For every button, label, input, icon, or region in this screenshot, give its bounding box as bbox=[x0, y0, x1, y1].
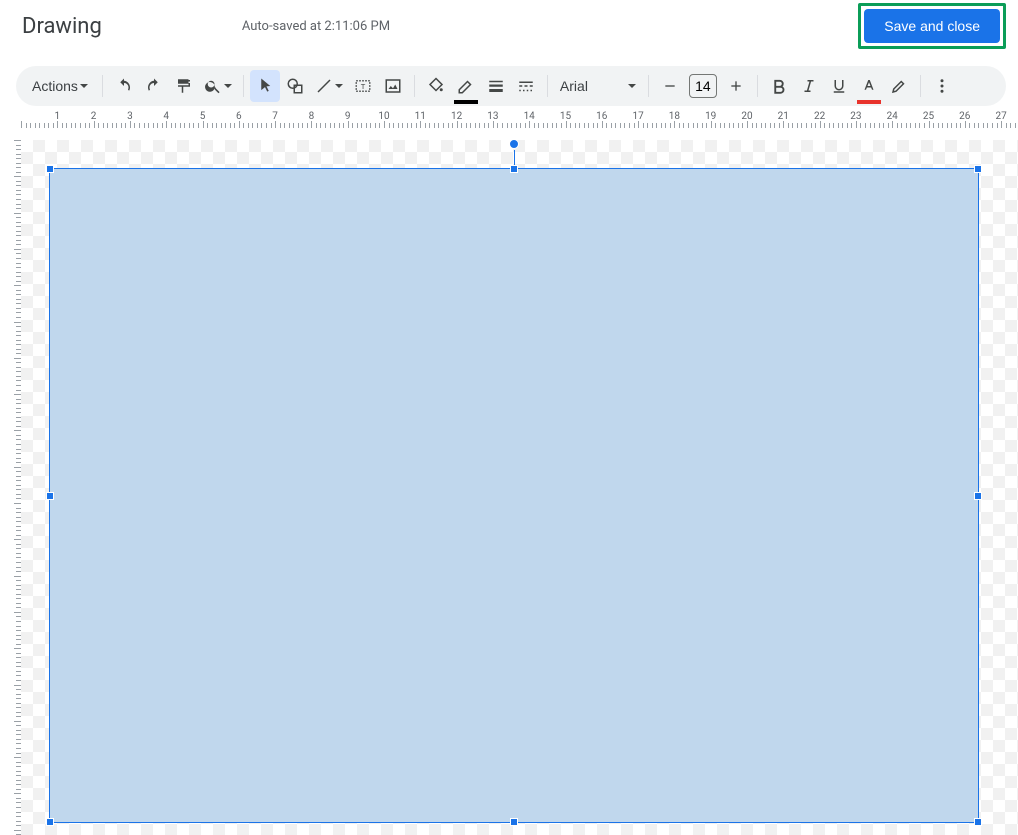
undo-button[interactable] bbox=[109, 70, 139, 102]
canvas[interactable] bbox=[21, 140, 1018, 835]
separator bbox=[102, 75, 103, 97]
separator bbox=[920, 75, 921, 97]
separator bbox=[414, 75, 415, 97]
more-vert-icon bbox=[933, 77, 951, 95]
border-dash-button[interactable] bbox=[511, 70, 541, 102]
fill-color-button[interactable] bbox=[421, 70, 451, 102]
horizontal-ruler: 1234567891011121314151617181920212223242… bbox=[21, 110, 1018, 128]
select-tool[interactable] bbox=[250, 70, 280, 102]
underline-icon bbox=[830, 77, 848, 95]
save-and-close-button[interactable]: Save and close bbox=[864, 9, 1000, 43]
paint-format-button[interactable] bbox=[169, 70, 199, 102]
fill-icon bbox=[427, 77, 445, 95]
resize-handle-mr[interactable] bbox=[974, 492, 982, 500]
minus-icon bbox=[662, 78, 678, 94]
rotation-handle[interactable] bbox=[509, 139, 519, 149]
undo-icon bbox=[115, 77, 133, 95]
vertical-ruler bbox=[0, 140, 21, 835]
line-icon bbox=[315, 77, 333, 95]
text-color-button[interactable] bbox=[854, 70, 884, 102]
font-family-label: Arial bbox=[560, 78, 588, 94]
italic-icon bbox=[800, 77, 818, 95]
resize-handle-tc[interactable] bbox=[510, 165, 518, 173]
pencil-icon bbox=[457, 77, 475, 95]
highlight-color-button[interactable] bbox=[884, 70, 914, 102]
autosave-status: Auto-saved at 2:11:06 PM bbox=[242, 19, 390, 34]
font-size-increase[interactable] bbox=[721, 70, 751, 102]
paint-roller-icon bbox=[175, 77, 193, 95]
line-menu[interactable] bbox=[310, 70, 348, 102]
textbox-button[interactable]: T bbox=[348, 70, 378, 102]
cursor-icon bbox=[256, 77, 274, 95]
resize-handle-tl[interactable] bbox=[46, 165, 54, 173]
caret-down-icon bbox=[80, 84, 88, 88]
underline-button[interactable] bbox=[824, 70, 854, 102]
bold-button[interactable] bbox=[764, 70, 794, 102]
line-weight-icon bbox=[487, 77, 505, 95]
redo-icon bbox=[145, 77, 163, 95]
separator bbox=[648, 75, 649, 97]
resize-handle-bc[interactable] bbox=[510, 818, 518, 826]
page-title: Drawing bbox=[22, 14, 102, 39]
more-options-button[interactable] bbox=[927, 70, 957, 102]
caret-down-icon bbox=[628, 84, 636, 88]
separator bbox=[757, 75, 758, 97]
font-size-decrease[interactable] bbox=[655, 70, 685, 102]
svg-text:T: T bbox=[361, 82, 366, 91]
resize-handle-bl[interactable] bbox=[46, 818, 54, 826]
border-color-button[interactable] bbox=[451, 70, 481, 102]
caret-down-icon bbox=[335, 84, 343, 88]
resize-handle-tr[interactable] bbox=[974, 165, 982, 173]
font-size-input[interactable] bbox=[689, 74, 717, 98]
image-button[interactable] bbox=[378, 70, 408, 102]
bold-icon bbox=[770, 77, 788, 95]
plus-icon bbox=[728, 78, 744, 94]
highlighter-icon bbox=[890, 77, 908, 95]
separator bbox=[243, 75, 244, 97]
border-weight-button[interactable] bbox=[481, 70, 511, 102]
italic-button[interactable] bbox=[794, 70, 824, 102]
separator bbox=[547, 75, 548, 97]
resize-handle-ml[interactable] bbox=[46, 492, 54, 500]
zoom-menu[interactable] bbox=[199, 70, 237, 102]
save-highlight: Save and close bbox=[858, 3, 1006, 49]
redo-button[interactable] bbox=[139, 70, 169, 102]
shapes-icon bbox=[286, 77, 304, 95]
selected-rectangle-shape[interactable] bbox=[49, 168, 979, 823]
actions-label: Actions bbox=[32, 78, 78, 94]
toolbar: Actions T Arial bbox=[16, 66, 1006, 106]
font-family-select[interactable]: Arial bbox=[554, 70, 642, 102]
image-icon bbox=[384, 77, 402, 95]
font-size-control bbox=[655, 70, 751, 102]
zoom-icon bbox=[204, 77, 222, 95]
caret-down-icon bbox=[224, 84, 232, 88]
shape-menu[interactable] bbox=[280, 70, 310, 102]
textbox-icon: T bbox=[354, 77, 372, 95]
line-dash-icon bbox=[517, 77, 535, 95]
text-color-icon bbox=[860, 77, 878, 95]
resize-handle-br[interactable] bbox=[974, 818, 982, 826]
actions-menu[interactable]: Actions bbox=[24, 70, 96, 102]
